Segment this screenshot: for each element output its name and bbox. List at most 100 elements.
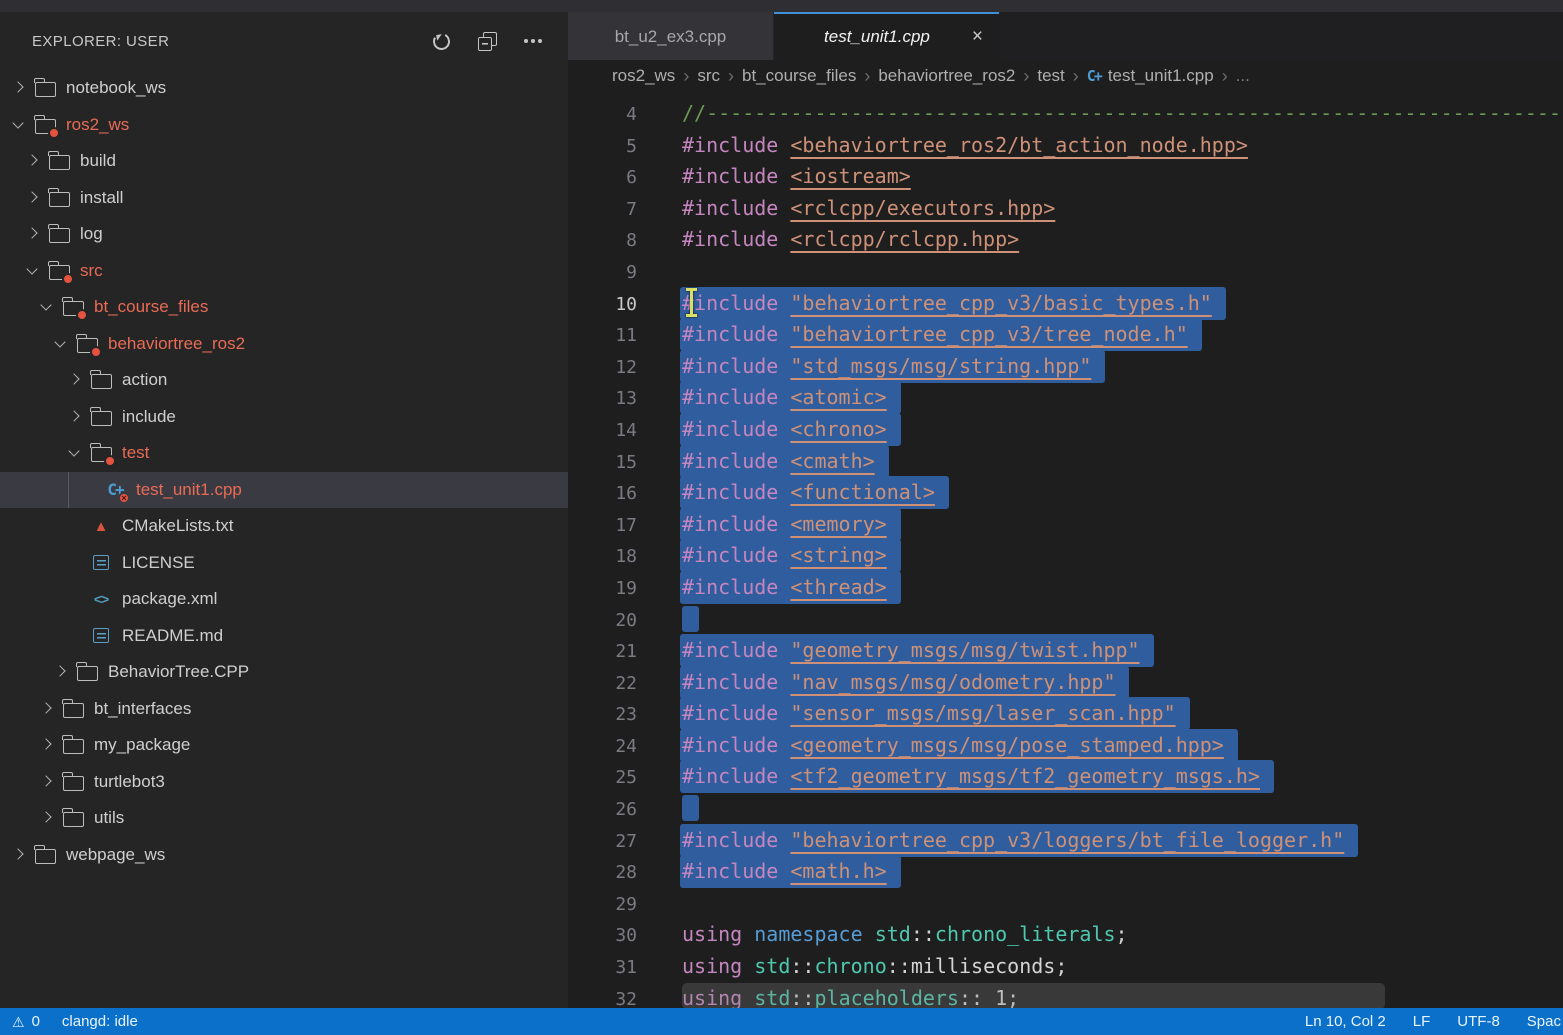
chevron-right-icon[interactable] [34,770,58,794]
code-line-32[interactable]: 32using std::placeholders::_1; [568,983,1563,1008]
folder-icon-wrap [48,224,70,244]
tree-item-my_package[interactable]: my_package [0,727,568,764]
code-line-28[interactable]: 28#include <math.h> [568,856,1563,888]
status-item-ln-10-col-2[interactable]: Ln 10, Col 2 [1305,1013,1386,1030]
code-line-19[interactable]: 19#include <thread> [568,572,1563,604]
code-editor[interactable]: 4//-------------------------------------… [568,92,1563,1008]
problems-indicator[interactable]: ⚠ 0 [12,1013,40,1030]
breadcrumb-item-behaviortree_ros2[interactable]: behaviortree_ros2 [878,66,1015,86]
code-line-15[interactable]: 15#include <cmath> [568,446,1563,478]
tree-item-README.md[interactable]: README.md [0,618,568,655]
code-line-26[interactable]: 26 [568,793,1563,825]
tree-item-behaviortree_ros2[interactable]: behaviortree_ros2 [0,326,568,363]
chevron-right-icon[interactable] [20,149,44,173]
status-item-utf-8[interactable]: UTF-8 [1457,1013,1500,1030]
tree-item-test_unit1.cpp[interactable]: C+×test_unit1.cpp [0,472,568,509]
chevron-down-icon[interactable] [20,259,44,283]
folder-icon-wrap [62,808,84,828]
chevron-down-icon[interactable] [48,332,72,356]
tree-item-src[interactable]: src [0,253,568,290]
code-line-22[interactable]: 22#include "nav_msgs/msg/odometry.hpp" [568,667,1563,699]
code-line-24[interactable]: 24#include <geometry_msgs/msg/pose_stamp… [568,730,1563,762]
tree-item-bt_interfaces[interactable]: bt_interfaces [0,691,568,728]
code-line-4[interactable]: 4//-------------------------------------… [568,98,1563,130]
breadcrumb-item-...[interactable]: ... [1236,66,1250,86]
chevron-right-icon[interactable] [20,222,44,246]
code-line-5[interactable]: 5#include <behaviortree_ros2/bt_action_n… [568,130,1563,162]
warning-icon: ⚠ [12,1015,25,1029]
chevron-right-icon[interactable] [34,806,58,830]
breadcrumb-item-bt_course_files[interactable]: bt_course_files [742,66,856,86]
code-line-17[interactable]: 17#include <memory> [568,509,1563,541]
tree-item-webpage_ws[interactable]: webpage_ws [0,837,568,874]
close-tab-icon[interactable]: × [972,26,983,48]
code-line-16[interactable]: 16#include <functional> [568,477,1563,509]
tab-test_unit1.cpp[interactable]: test_unit1.cpp× [774,12,999,60]
chevron-down-icon[interactable] [62,441,86,465]
code-line-20[interactable]: 20 [568,604,1563,636]
breadcrumb-item-test[interactable]: test [1037,66,1064,86]
tree-item-BehaviorTree.CPP[interactable]: BehaviorTree.CPP [0,654,568,691]
explorer-sidebar: EXPLORER: USER notebook_wsros2_wsbuildin… [0,12,568,1008]
code-line-27[interactable]: 27#include "behaviortree_cpp_v3/loggers/… [568,825,1563,857]
code-line-9[interactable]: 9 [568,256,1563,288]
tree-item-include[interactable]: include [0,399,568,436]
code-line-25[interactable]: 25#include <tf2_geometry_msgs/tf2_geomet… [568,761,1563,793]
tree-item-install[interactable]: install [0,180,568,217]
chevron-down-icon[interactable] [6,113,30,137]
chevron-down-icon[interactable] [34,295,58,319]
tree-item-ros2_ws[interactable]: ros2_ws [0,107,568,144]
code-line-14[interactable]: 14#include <chrono> [568,414,1563,446]
tree-item-LICENSE[interactable]: LICENSE [0,545,568,582]
chevron-right-icon[interactable] [62,368,86,392]
chevron-right-icon[interactable] [20,186,44,210]
tab-bt_u2_ex3.cpp[interactable]: bt_u2_ex3.cpp [568,12,774,60]
code-line-10[interactable]: 10#include "behaviortree_cpp_v3/basic_ty… [568,288,1563,320]
more-actions-button[interactable] [520,28,546,54]
language-server-status[interactable]: clangd: idle [62,1013,138,1030]
code-line-21[interactable]: 21#include "geometry_msgs/msg/twist.hpp" [568,635,1563,667]
tree-item-action[interactable]: action [0,362,568,399]
chevron-right-icon[interactable] [62,405,86,429]
code-line-8[interactable]: 8#include <rclcpp/rclcpp.hpp> [568,224,1563,256]
tree-item-package.xml[interactable]: <>package.xml [0,581,568,618]
line-content [682,607,699,631]
tree-item-build[interactable]: build [0,143,568,180]
code-line-7[interactable]: 7#include <rclcpp/executors.hpp> [568,193,1563,225]
chevron-right-icon[interactable] [34,697,58,721]
tree-item-bt_course_files[interactable]: bt_course_files [0,289,568,326]
status-left: ⚠ 0 clangd: idle [12,1013,138,1030]
tree-item-turtlebot3[interactable]: turtlebot3 [0,764,568,801]
code-line-30[interactable]: 30using namespace std::chrono_literals; [568,919,1563,951]
code-token: std [875,922,911,946]
breadcrumb-item-test_unit1.cpp[interactable]: C+test_unit1.cpp [1087,66,1214,86]
chevron-right-icon[interactable] [34,733,58,757]
collapse-folders-button[interactable] [474,28,500,54]
line-number: 8 [568,225,637,257]
chevron-right-icon[interactable] [6,843,30,867]
refresh-button[interactable] [428,28,454,54]
tree-item-label: build [80,151,116,171]
code-line-23[interactable]: 23#include "sensor_msgs/msg/laser_scan.h… [568,698,1563,730]
tree-item-utils[interactable]: utils [0,800,568,837]
status-item-spac[interactable]: Spac [1527,1013,1561,1030]
tree-item-notebook_ws[interactable]: notebook_ws [0,70,568,107]
breadcrumb-item-ros2_ws[interactable]: ros2_ws [612,66,675,86]
code-line-12[interactable]: 12#include "std_msgs/msg/string.hpp" [568,351,1563,383]
code-line-18[interactable]: 18#include <string> [568,540,1563,572]
tree-item-CMakeLists.txt[interactable]: ▲CMakeLists.txt [0,508,568,545]
tree-item-label: ros2_ws [66,115,129,135]
code-line-13[interactable]: 13#include <atomic> [568,382,1563,414]
code-line-6[interactable]: 6#include <iostream> [568,161,1563,193]
tree-item-test[interactable]: test [0,435,568,472]
window-title-bar [0,0,1563,12]
line-content: #include <functional> [682,480,949,504]
status-item-lf[interactable]: LF [1413,1013,1431,1030]
chevron-right-icon[interactable] [6,76,30,100]
code-line-29[interactable]: 29 [568,888,1563,920]
chevron-right-icon[interactable] [48,660,72,684]
code-line-11[interactable]: 11#include "behaviortree_cpp_v3/tree_nod… [568,319,1563,351]
breadcrumb-item-src[interactable]: src [697,66,720,86]
code-line-31[interactable]: 31using std::chrono::milliseconds; [568,951,1563,983]
tree-item-log[interactable]: log [0,216,568,253]
